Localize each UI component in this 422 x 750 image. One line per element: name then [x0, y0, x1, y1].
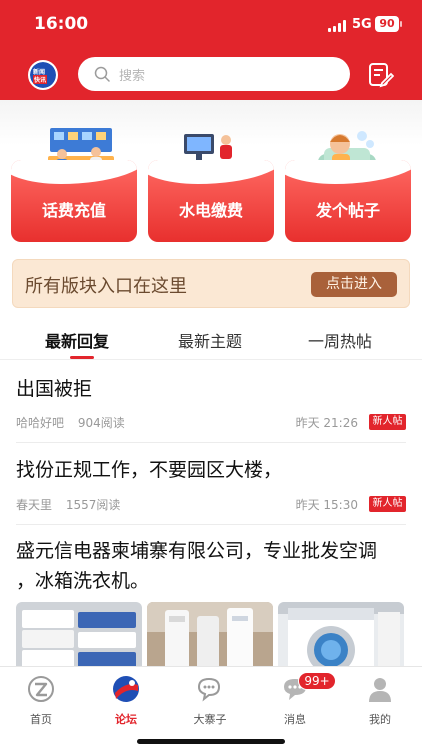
nav-label: 大寨子: [193, 713, 227, 726]
divider: [16, 524, 406, 525]
nav-home[interactable]: 首页: [11, 675, 71, 727]
forum-icon: [113, 676, 139, 702]
signal-icon: [328, 20, 348, 32]
nav-forum[interactable]: 论坛: [96, 675, 156, 727]
nav-label: 我的: [369, 713, 391, 726]
card-wave: [148, 160, 274, 184]
quick-action-recharge[interactable]: 话费充值: [11, 160, 137, 242]
chat-bubbles-icon: [197, 677, 221, 702]
nav-profile[interactable]: 我的: [350, 675, 410, 727]
post-title: 出国被拒: [16, 378, 93, 400]
search-icon: [94, 66, 110, 82]
post-time: 昨天 21:26: [295, 416, 358, 430]
all-sections-banner[interactable]: 所有版块入口在这里 点击进入: [12, 259, 410, 308]
quick-action-new-post[interactable]: 发个帖子: [285, 160, 411, 242]
active-tab-indicator: [70, 356, 94, 359]
home-logo-icon: [28, 676, 54, 702]
divider: [16, 442, 406, 443]
card-wave: [11, 160, 137, 184]
compose-icon[interactable]: [367, 61, 394, 88]
profile-icon: [369, 678, 391, 702]
list-item[interactable]: 出国被拒 哈哈好吧 904阅读 昨天 21:26 新人帖: [16, 374, 406, 434]
new-user-badge: 新人帖: [369, 496, 406, 512]
post-author: 哈哈好吧: [16, 416, 65, 430]
tab-weekly-hot[interactable]: 一周热帖: [308, 328, 372, 352]
battery-icon: 90: [375, 16, 399, 32]
post-title-line-1: 盛元信电器柬埔寨有限公司，专业批发空调: [16, 540, 378, 562]
app-header: 16:00 5G 90 新闻 快讯 搜索: [0, 0, 422, 100]
post-title: 找份正规工作，不要园区大楼，: [16, 459, 283, 481]
quick-action-label: 水电缴费: [178, 201, 243, 220]
quick-action-label: 发个帖子: [315, 201, 380, 220]
status-time: 16:00: [34, 14, 89, 34]
post-author: 春天里: [16, 498, 53, 512]
bottom-nav: 首页 论坛 大寨子 消息 我的: [0, 666, 422, 750]
card-wave: [285, 160, 411, 184]
tab-latest-topics[interactable]: 最新主题: [178, 328, 242, 352]
post-time: 昨天 15:30: [295, 498, 358, 512]
network-type: 5G: [352, 17, 372, 32]
new-user-badge: 新人帖: [369, 414, 406, 430]
app-logo[interactable]: 新闻 快讯: [28, 60, 58, 90]
search-placeholder: 搜索: [119, 69, 146, 84]
unread-badge: 99+: [298, 672, 336, 690]
post-meta: 哈哈好吧 904阅读: [16, 414, 135, 431]
post-meta: 春天里 1557阅读: [16, 496, 130, 513]
quick-action-label: 话费充值: [41, 201, 106, 220]
battery-tip: [400, 21, 402, 27]
nav-label: 消息: [284, 713, 306, 726]
home-indicator: [137, 739, 285, 744]
tab-latest-replies[interactable]: 最新回复: [45, 328, 109, 352]
status-bar: 16:00 5G 90: [0, 0, 422, 50]
logo-text-bottom: 快讯: [33, 75, 48, 84]
nav-dazhaizi[interactable]: 大寨子: [180, 675, 240, 727]
post-reads: 1557阅读: [65, 498, 121, 512]
post-reads: 904阅读: [77, 416, 125, 430]
enter-button[interactable]: 点击进入: [311, 272, 397, 297]
logo-badge: 新闻 快讯: [30, 62, 56, 88]
nav-label: 首页: [30, 713, 52, 726]
quick-action-utilities[interactable]: 水电缴费: [148, 160, 274, 242]
nav-label: 论坛: [115, 713, 137, 726]
post-title-line-2: ，冰箱洗衣机。: [16, 570, 150, 592]
feed-tabs: 最新回复 最新主题 一周热帖: [0, 316, 422, 360]
search-input[interactable]: 搜索: [78, 57, 350, 91]
list-item[interactable]: 找份正规工作，不要园区大楼， 春天里 1557阅读 昨天 15:30 新人帖: [16, 455, 406, 515]
banner-text: 所有版块入口在这里: [25, 276, 187, 297]
